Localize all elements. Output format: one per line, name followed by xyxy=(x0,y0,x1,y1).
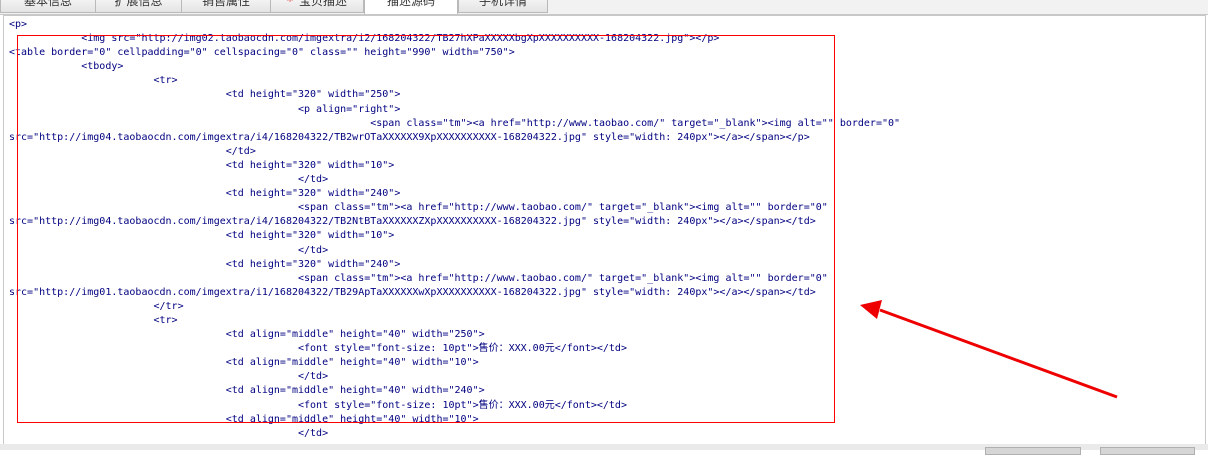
bottom-button[interactable] xyxy=(1100,447,1195,455)
arrow-head xyxy=(860,300,882,319)
arrow-shaft xyxy=(879,308,1118,399)
bottom-button[interactable] xyxy=(985,447,1081,455)
annotation-arrow xyxy=(860,300,1118,399)
